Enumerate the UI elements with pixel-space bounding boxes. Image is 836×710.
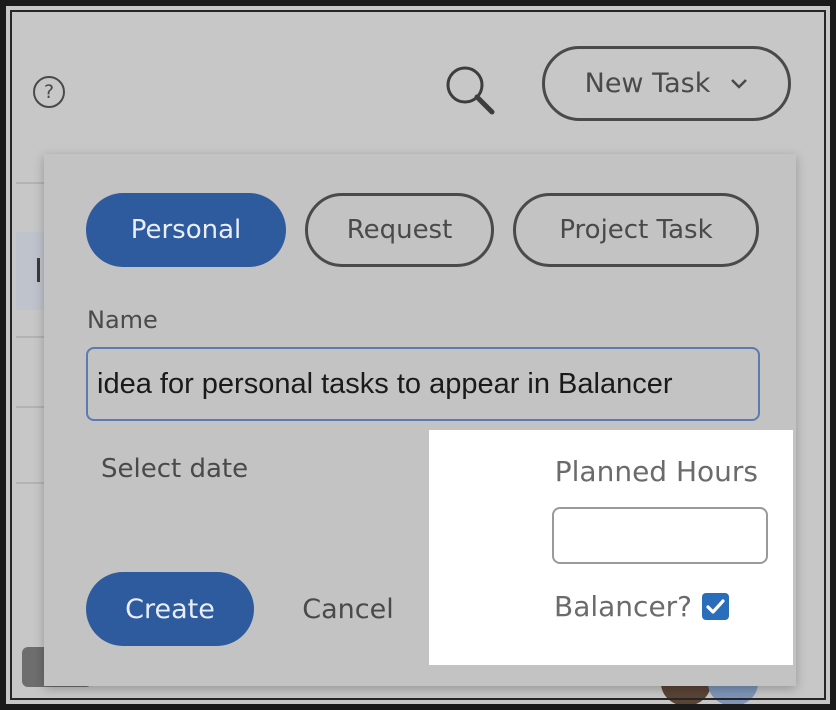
planned-hours-section: Planned Hours Balancer?: [429, 430, 793, 665]
create-button[interactable]: Create: [86, 572, 254, 646]
new-task-label: New Task: [584, 68, 711, 99]
checkmark-icon: [706, 599, 725, 614]
select-date-link[interactable]: Select date: [101, 454, 248, 484]
name-field[interactable]: [86, 347, 760, 421]
chevron-down-icon: [731, 78, 748, 89]
tab-project-task[interactable]: Project Task: [513, 193, 759, 267]
cancel-button[interactable]: Cancel: [288, 572, 408, 646]
planned-hours-label: Planned Hours: [554, 455, 758, 488]
name-label: Name: [87, 306, 158, 334]
screenshot-frame: ? New Task Personal Request Project Task…: [0, 0, 836, 710]
balancer-checkbox[interactable]: [702, 593, 729, 620]
tab-request[interactable]: Request: [305, 193, 494, 267]
planned-hours-input[interactable]: [552, 507, 768, 564]
tab-personal[interactable]: Personal: [86, 193, 286, 267]
search-icon[interactable]: [442, 62, 498, 118]
balancer-label: Balancer?: [554, 590, 693, 623]
new-task-button[interactable]: New Task: [542, 46, 791, 121]
help-icon[interactable]: ?: [33, 76, 65, 108]
